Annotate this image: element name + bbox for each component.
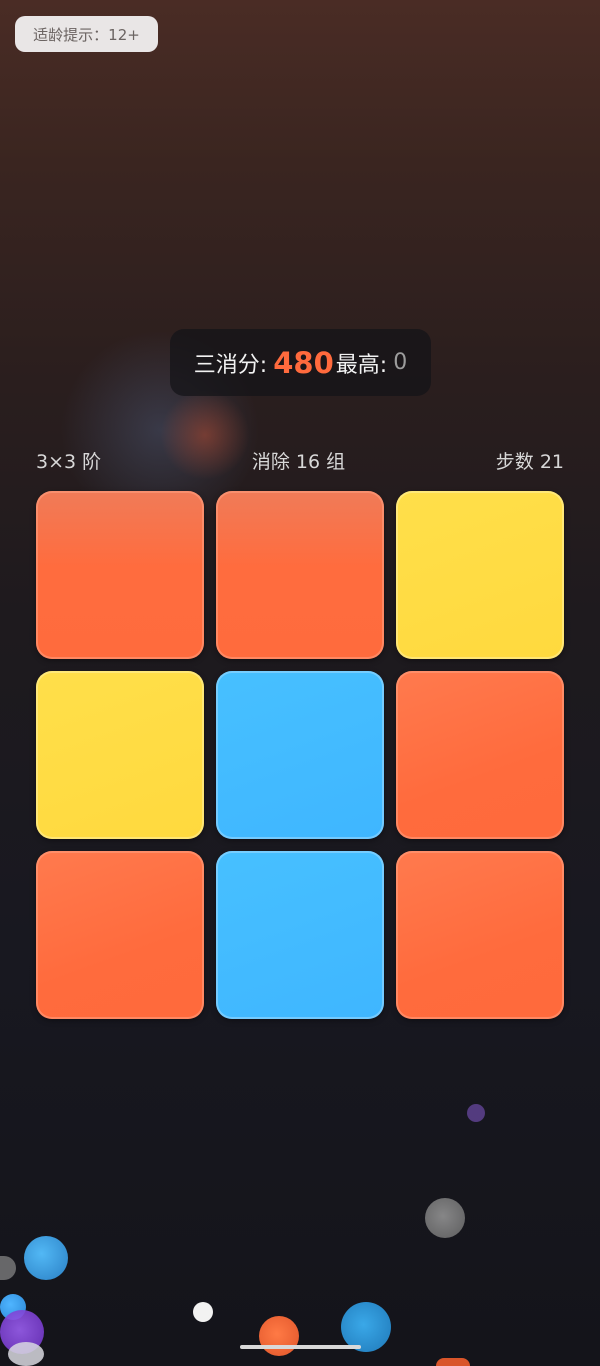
tile-r3-c1[interactable] <box>36 851 204 1019</box>
steps-label: 步数 21 <box>495 450 564 473</box>
decor-bubble <box>436 1358 470 1366</box>
tile-r2-c1[interactable] <box>36 671 204 839</box>
age-rating-badge: 适龄提示：12+ <box>15 16 158 52</box>
tile-r2-c3[interactable] <box>396 671 564 839</box>
tile-r3-c2[interactable] <box>216 851 384 1019</box>
decor-bubble <box>425 1198 465 1238</box>
tile-r3-c3[interactable] <box>396 851 564 1019</box>
decor-bubble <box>8 1342 44 1366</box>
decor-bubble <box>24 1236 68 1280</box>
tile-r1-c2[interactable] <box>216 491 384 659</box>
best-score-label: 最高: <box>335 352 388 378</box>
decor-bubble <box>0 1256 16 1280</box>
tile-r2-c2[interactable] <box>216 671 384 839</box>
game-info-row: 3×3 阶 消除 16 组 步数 21 <box>36 446 564 474</box>
board-size-label: 3×3 阶 <box>36 450 102 473</box>
score-panel: 三消分: 480 最高: 0 <box>170 329 431 396</box>
decor-bubble <box>259 1316 299 1356</box>
tile-r1-c3[interactable] <box>396 491 564 659</box>
decor-bubble <box>467 1104 485 1122</box>
score-value: 480 <box>273 345 334 380</box>
age-rating-label: 适龄提示：12+ <box>33 25 140 44</box>
game-board <box>36 491 565 1019</box>
tile-r1-c1[interactable] <box>36 491 204 659</box>
cleared-groups-label: 消除 16 组 <box>251 450 346 473</box>
best-score-value: 0 <box>393 350 408 375</box>
score-label: 三消分: <box>193 352 268 378</box>
home-indicator[interactable] <box>240 1345 361 1349</box>
decor-bubble <box>193 1302 213 1322</box>
